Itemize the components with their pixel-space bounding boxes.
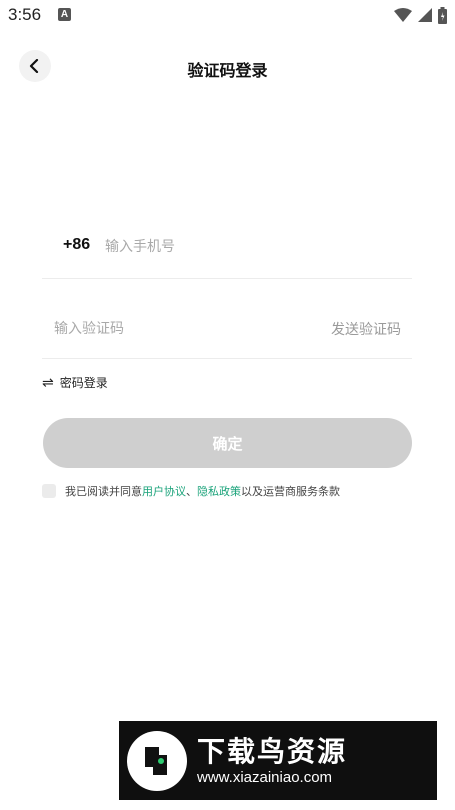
status-bar: 3:56 A [0, 0, 455, 32]
user-agreement-link[interactable]: 用户协议 [142, 483, 186, 499]
watermark-url: www.xiazainiao.com [197, 769, 333, 786]
watermark-banner: 下载鸟资源 www.xiazainiao.com [119, 721, 437, 800]
confirm-button[interactable]: 确定 [43, 418, 412, 468]
phone-field-row: +86 [42, 222, 412, 279]
password-login-link[interactable]: ⇌ 密码登录 [42, 374, 108, 391]
status-time: 3:56 [8, 5, 42, 24]
agreement-checkbox[interactable] [42, 484, 56, 498]
nav-bar: 验证码登录 [0, 44, 455, 90]
swap-icon: ⇌ [42, 374, 54, 391]
country-code[interactable]: +86 [63, 236, 90, 254]
watermark-title: 下载鸟资源 [197, 735, 348, 768]
phone-input[interactable] [103, 234, 397, 260]
password-login-label: 密码登录 [59, 376, 108, 390]
agreement-suffix: 以及运营商服务条款 [241, 485, 340, 498]
notification-icon: A [58, 8, 71, 21]
send-code-button[interactable]: 发送验证码 [331, 319, 401, 339]
status-icons [394, 6, 447, 24]
watermark-text: 下载鸟资源 www.xiazainiao.com [197, 735, 347, 786]
agreement-separator: 、 [186, 485, 197, 498]
page-title: 验证码登录 [187, 61, 268, 80]
agreement-row: 我已阅读并同意 用户协议、隐私政策 以及运营商服务条款 [42, 483, 340, 499]
bird-logo-icon [127, 730, 187, 791]
battery-icon [438, 6, 447, 24]
verification-code-input[interactable] [52, 316, 286, 342]
code-field-row: 发送验证码 [42, 302, 412, 359]
signal-icon [418, 8, 432, 22]
agreement-prefix: 我已阅读并同意 [65, 485, 142, 498]
wifi-icon [394, 8, 412, 22]
privacy-policy-link[interactable]: 隐私政策 [197, 483, 241, 499]
